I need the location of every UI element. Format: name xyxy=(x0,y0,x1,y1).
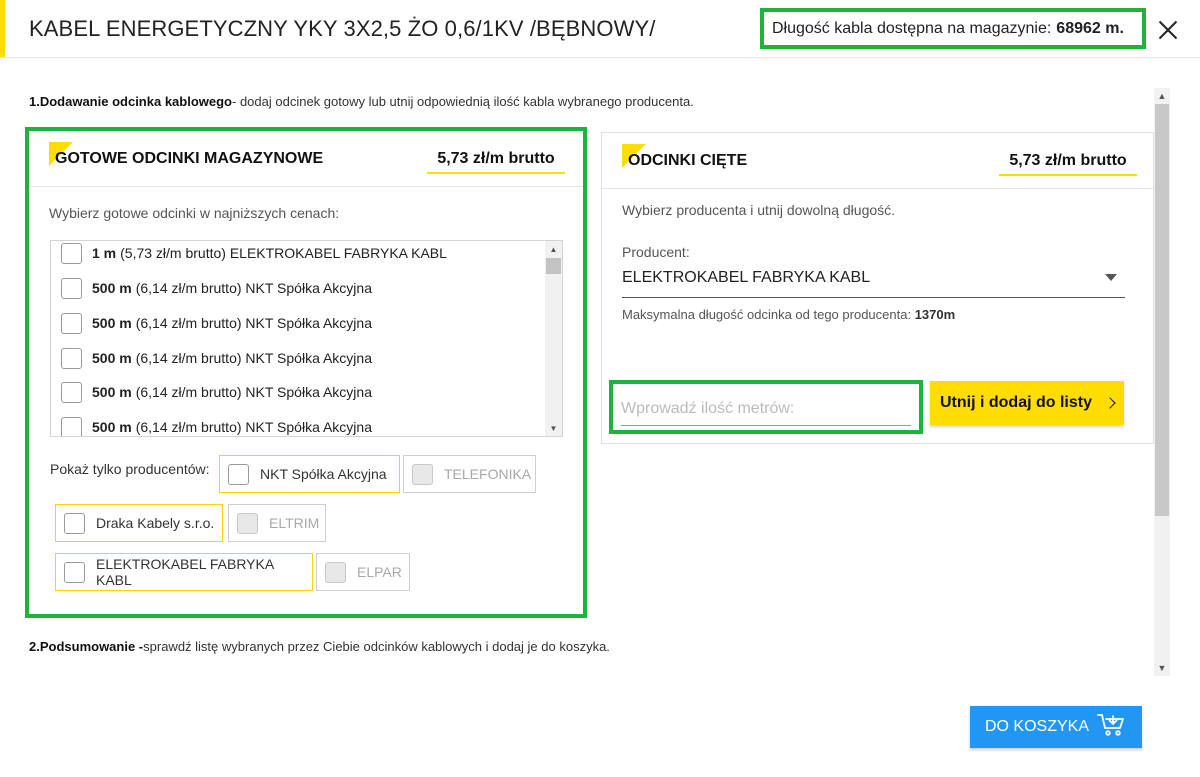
cart-button-label: DO KOSZYKA xyxy=(984,718,1090,735)
producer-filter-elpar: ELPAR xyxy=(316,553,410,591)
segment-desc: (6,14 zł/m brutto) NKT Spółka Akcyjna xyxy=(135,350,372,366)
segment-length: 500 m xyxy=(92,419,132,435)
producer-filter-label: Pokaż tylko producentów: xyxy=(50,461,210,477)
cut-segments-header: ODCINKI CIĘTE 5,73 zł/m brutto xyxy=(602,133,1153,189)
producer-filter-eltrim: ELTRIM xyxy=(228,504,326,542)
scrollbar-thumb[interactable] xyxy=(546,258,561,274)
segment-length: 500 m xyxy=(92,280,132,296)
checkbox xyxy=(325,561,346,583)
list-scrollbar[interactable]: ▲ ▼ xyxy=(545,241,562,436)
segment-desc: (6,14 zł/m brutto) NKT Spółka Akcyjna xyxy=(135,384,372,400)
producer-filter-telefonika: TELEFONIKA xyxy=(403,455,536,493)
section-1-heading: 1.Dodawanie odcinka kablowego- dodaj odc… xyxy=(29,94,694,109)
checkbox[interactable] xyxy=(61,381,82,403)
chevron-right-icon xyxy=(1104,397,1116,409)
producer-name: Draka Kabely s.r.o. xyxy=(96,515,215,531)
cart-icon xyxy=(1097,713,1127,742)
modal-scrollbar[interactable]: ▲ ▼ xyxy=(1154,88,1170,676)
ready-segments-title: GOTOWE ODCINKI MAGAZYNOWE xyxy=(55,150,324,167)
segment-length: 500 m xyxy=(92,350,132,366)
ready-segments-hint: Wybierz gotowe odcinki w najniższych cen… xyxy=(49,205,340,221)
section-2-heading: 2.Podsumowanie -sprawdź listę wybranych … xyxy=(29,639,610,654)
producer-label: Producent: xyxy=(622,244,690,260)
meters-input-wrap xyxy=(609,380,923,434)
segment-length: 500 m xyxy=(92,384,132,400)
producer-select[interactable]: ELEKTROKABEL FABRYKA KABL xyxy=(622,264,1125,298)
scroll-up-icon[interactable]: ▲ xyxy=(1154,88,1170,104)
producer-filter-elektrokabel[interactable]: ELEKTROKABEL FABRYKA KABL xyxy=(55,553,313,591)
section-2-title: 2.Podsumowanie - xyxy=(29,639,144,654)
segment-desc: (6,14 zł/m brutto) NKT Spółka Akcyjna xyxy=(135,315,372,331)
segment-desc: (5,73 zł/m brutto) ELEKTROKABEL FABRYKA … xyxy=(120,245,447,261)
segment-desc: (6,14 zł/m brutto) NKT Spółka Akcyjna xyxy=(135,280,372,296)
meters-input[interactable] xyxy=(621,392,911,426)
segment-desc: (6,14 zł/m brutto) NKT Spółka Akcyjna xyxy=(135,419,372,435)
cut-segments-price: 5,73 zł/m brutto xyxy=(999,148,1137,176)
producer-name: NKT Spółka Akcyjna xyxy=(260,466,387,482)
modal-header: KABEL ENERGETYCZNY YKY 3X2,5 ŻO 0,6/1KV … xyxy=(0,0,1200,58)
section-1-title: 1.Dodawanie odcinka kablowego xyxy=(29,94,232,109)
scroll-up-icon[interactable]: ▲ xyxy=(545,241,562,257)
stock-availability: Długość kabla dostępna na magazynie: 689… xyxy=(760,8,1146,49)
checkbox[interactable] xyxy=(61,242,82,264)
list-item[interactable]: 500 m (6,14 zł/m brutto) NKT Spółka Akcy… xyxy=(51,375,372,409)
producer-name: TELEFONIKA xyxy=(444,466,532,482)
list-item[interactable]: 500 m (6,14 zł/m brutto) NKT Spółka Akcy… xyxy=(51,271,372,305)
section-2-desc: sprawdź listę wybranych przez Ciebie odc… xyxy=(143,639,610,654)
checkbox[interactable] xyxy=(64,561,85,583)
close-icon[interactable] xyxy=(1156,18,1180,42)
max-length-label: Maksymalna długość odcinka od tego produ… xyxy=(622,307,912,322)
add-to-cart-button[interactable]: DO KOSZYKA xyxy=(970,706,1142,748)
checkbox[interactable] xyxy=(228,463,249,485)
cut-button-label: Utnij i dodaj do listy xyxy=(940,394,1092,411)
caret-down-icon[interactable] xyxy=(1105,274,1117,281)
list-item[interactable]: 500 m (6,14 zł/m brutto) NKT Spółka Akcy… xyxy=(51,341,372,375)
cut-segments-hint: Wybierz producenta i utnij dowolną długo… xyxy=(622,202,896,218)
list-item[interactable]: 1 m (5,73 zł/m brutto) ELEKTROKABEL FABR… xyxy=(51,241,447,270)
cut-and-add-button[interactable]: Utnij i dodaj do listy xyxy=(930,381,1124,425)
scroll-down-icon[interactable]: ▼ xyxy=(545,420,562,436)
cut-segments-title: ODCINKI CIĘTE xyxy=(628,152,748,169)
producer-select-value: ELEKTROKABEL FABRYKA KABL xyxy=(622,269,871,286)
producer-name: ELTRIM xyxy=(269,515,320,531)
checkbox[interactable] xyxy=(61,347,82,369)
segment-length: 1 m xyxy=(92,245,117,261)
producer-filter-nkt[interactable]: NKT Spółka Akcyjna xyxy=(219,455,400,493)
ready-segments-list: 1 m (5,73 zł/m brutto) ELEKTROKABEL FABR… xyxy=(50,240,563,437)
producer-filter-draka[interactable]: Draka Kabely s.r.o. xyxy=(55,504,223,542)
checkbox[interactable] xyxy=(61,416,82,436)
checkbox[interactable] xyxy=(61,312,82,334)
scroll-down-icon[interactable]: ▼ xyxy=(1154,660,1170,676)
checkbox[interactable] xyxy=(61,277,82,299)
page-title: KABEL ENERGETYCZNY YKY 3X2,5 ŻO 0,6/1KV … xyxy=(29,16,656,41)
stock-value: 68962 m. xyxy=(1056,19,1124,37)
list-item[interactable]: 500 m (6,14 zł/m brutto) NKT Spółka Akcy… xyxy=(51,410,372,436)
section-1-desc: - dodaj odcinek gotowy lub utnij odpowie… xyxy=(232,94,694,109)
producer-name: ELEKTROKABEL FABRYKA KABL xyxy=(96,556,274,588)
max-length-value: 1370m xyxy=(914,307,956,322)
stock-label: Długość kabla dostępna na magazynie: xyxy=(772,19,1052,37)
checkbox[interactable] xyxy=(64,512,85,534)
checkbox xyxy=(412,463,433,485)
list-item[interactable]: 500 m (6,14 zł/m brutto) NKT Spółka Akcy… xyxy=(51,306,372,340)
scrollbar-thumb[interactable] xyxy=(1155,104,1169,516)
checkbox xyxy=(237,512,258,534)
segment-length: 500 m xyxy=(92,315,132,331)
max-length-info: Maksymalna długość odcinka od tego produ… xyxy=(622,307,955,322)
ready-segments-header: GOTOWE ODCINKI MAGAZYNOWE 5,73 zł/m brut… xyxy=(29,131,583,187)
ready-segments-price: 5,73 zł/m brutto xyxy=(427,146,565,174)
producer-name: ELPAR xyxy=(357,564,402,580)
ready-segments-card: GOTOWE ODCINKI MAGAZYNOWE 5,73 zł/m brut… xyxy=(25,127,587,618)
